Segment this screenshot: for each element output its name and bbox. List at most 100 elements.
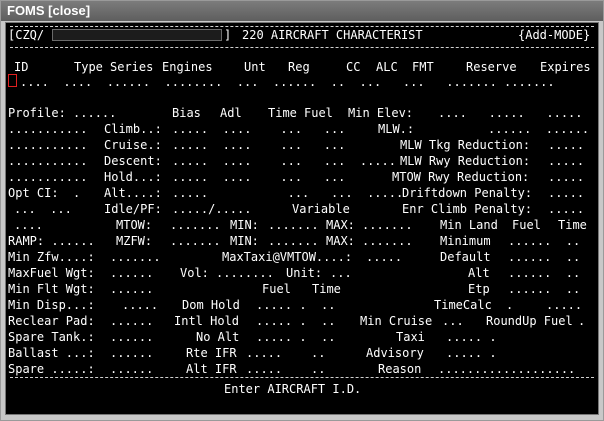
alt2-values[interactable]: ...... .. xyxy=(508,265,580,281)
driftdown-values[interactable]: ..... xyxy=(548,185,584,201)
mzfw-field[interactable]: ....... xyxy=(170,233,221,249)
maxfuel-row: MaxFuel Wgt: ...... Vol: ........ Unit: … xyxy=(6,265,598,281)
descent-values[interactable]: ..... .... ... ... ..... xyxy=(172,153,396,169)
window-titlebar[interactable]: FOMS [close] xyxy=(1,1,603,21)
timecalc-field[interactable]: . xyxy=(506,297,513,313)
redacted-station-field[interactable] xyxy=(52,29,222,41)
min-disp-field[interactable]: ..... xyxy=(122,297,158,313)
opt-ci-row: Opt CI: . Alt....: ..... ... ... ..... D… xyxy=(6,185,598,201)
mlw-values[interactable]: ...... ...... xyxy=(488,121,589,137)
mtow-field[interactable]: ....... xyxy=(170,217,221,233)
min-elev-values[interactable]: .... ..... ..... xyxy=(438,105,583,121)
spare-label: Spare .....: xyxy=(8,362,95,376)
fuel2-header: Fuel xyxy=(262,282,291,296)
min2-field[interactable]: ....... xyxy=(268,233,319,249)
min-land-header: Min Land xyxy=(440,218,498,232)
ballast-field[interactable]: ...... xyxy=(110,345,153,361)
max2-label: MAX: xyxy=(326,234,355,248)
vol-field[interactable]: ........ xyxy=(216,265,274,281)
default-values[interactable]: ...... .. xyxy=(508,249,580,265)
hold-values[interactable]: ..... .... ... ... xyxy=(172,169,345,185)
ramp-field[interactable]: RAMP: ...... xyxy=(8,233,95,249)
timecalc-field-2[interactable]: ..... xyxy=(546,297,582,313)
mlw-tkg-values[interactable]: ..... xyxy=(548,137,584,153)
no-alt-values[interactable]: ..... . .. xyxy=(256,329,335,345)
reclear-row: Reclear Pad: ...... Intl Hold ..... . ..… xyxy=(6,313,598,329)
minimum-values[interactable]: ...... .. xyxy=(508,233,580,249)
reclear-field[interactable]: ...... xyxy=(110,313,153,329)
idle-label: Idle/PF: xyxy=(104,202,162,216)
intl-hold-label: Intl Hold xyxy=(174,314,240,328)
col-series: Series xyxy=(110,60,154,74)
spare-field[interactable]: ...... xyxy=(110,361,153,377)
maxfuel-field[interactable]: ...... xyxy=(110,265,153,281)
etp-values[interactable]: ...... .. xyxy=(508,281,580,297)
opt-ci-field[interactable]: Opt CI: . xyxy=(8,185,80,201)
mtow-left-field[interactable]: .... xyxy=(14,217,43,233)
reason-label: Reason xyxy=(378,362,422,376)
timecalc-label: TimeCalc xyxy=(434,298,492,312)
alt2-label: Alt xyxy=(468,266,490,280)
idle-values[interactable]: ...../..... xyxy=(172,201,251,217)
reason-field[interactable]: ................... xyxy=(438,361,575,377)
rte-ifr-values[interactable]: ..... .. xyxy=(246,345,325,361)
advisory-label: Advisory xyxy=(366,346,424,360)
minimum-label: Minimum xyxy=(440,234,491,248)
etp-label: Etp xyxy=(468,282,490,296)
hold-row: ........... Hold...: ..... .... ... ... … xyxy=(6,169,598,185)
ballast-label: Ballast ...: xyxy=(8,346,95,360)
default-label: Default xyxy=(440,250,491,264)
col-engines: Engines xyxy=(162,60,213,74)
time-header: Time xyxy=(558,218,587,232)
time2-header: Time xyxy=(312,282,341,296)
min1-field[interactable]: ....... xyxy=(268,217,319,233)
profile-field[interactable]: Profile: ...... xyxy=(8,105,116,121)
maxtaxi-field[interactable]: ..... xyxy=(366,249,402,265)
min-flt-field[interactable]: ...... xyxy=(110,281,153,297)
window-title[interactable]: FOMS [close] xyxy=(7,3,90,18)
header-rule xyxy=(10,47,594,48)
taxi-values[interactable]: ..... . xyxy=(446,329,497,345)
alt-values[interactable]: ..... ... ... ..... xyxy=(172,185,403,201)
min-zfw-field[interactable]: ....... xyxy=(110,249,161,265)
spare-tank-field[interactable]: ...... xyxy=(110,329,153,345)
intl-hold-values[interactable]: ..... . .. xyxy=(256,313,335,329)
climb-left-field[interactable]: ........... xyxy=(8,121,87,137)
adl-label: Adl xyxy=(220,106,242,120)
roundup-field[interactable]: . xyxy=(578,313,585,329)
col-id: ID xyxy=(14,60,29,74)
col-unt: Unt xyxy=(244,60,266,74)
footer-rule xyxy=(10,377,594,378)
taxi-label: Taxi xyxy=(396,330,425,344)
climb-values[interactable]: ..... .... ... ... xyxy=(172,121,345,137)
min-elev-label: Min Elev: xyxy=(348,106,414,120)
dom-hold-values[interactable]: ..... . .. xyxy=(256,297,335,313)
cruise-label: Cruise.: xyxy=(104,138,162,152)
aircraft-input-dots[interactable]: .... .... ...... ........ ... ...... .. … xyxy=(20,74,555,90)
reclear-label: Reclear Pad: xyxy=(8,314,95,328)
enr-climb-values[interactable]: ..... xyxy=(548,201,584,217)
cruise-left-field[interactable]: ........... xyxy=(8,137,87,153)
profile-row: Profile: ...... Bias Adl Time Fuel Min E… xyxy=(6,105,598,121)
time-label: Time xyxy=(268,106,297,120)
min-cruise-field[interactable]: ... xyxy=(442,313,464,329)
screen-title: 220 AIRCRAFT CHARACTERIST xyxy=(242,28,423,42)
prompt-line: Enter AIRCRAFT I.D. xyxy=(6,381,598,397)
mtow-rwy-values[interactable]: ..... xyxy=(548,169,584,185)
max2-field[interactable]: ....... xyxy=(362,233,413,249)
cruise-values[interactable]: ..... .... ... ... xyxy=(172,137,345,153)
mtow-rwy-label: MTOW Rwy Reduction: xyxy=(392,170,530,184)
enr-climb-label: Enr Climb Penalty: xyxy=(402,202,533,216)
max1-field[interactable]: ....... xyxy=(362,217,413,233)
unit-field[interactable]: ... xyxy=(330,265,352,281)
terminal-screen[interactable]: [CZQ/ ] 220 AIRCRAFT CHARACTERIST {Add-M… xyxy=(5,22,599,415)
aircraft-input-row[interactable]: .... .... ...... ........ ... ...... .. … xyxy=(6,74,598,90)
descent-left-field[interactable]: ........... xyxy=(8,153,87,169)
alt-ifr-values[interactable]: ..... .. xyxy=(246,361,325,377)
idle-left-field[interactable]: ... ... xyxy=(14,201,72,217)
mlw-rwy-label: MLW Rwy Reduction: xyxy=(400,154,531,168)
mlw-rwy-values[interactable]: ..... xyxy=(548,153,584,169)
advisory-values[interactable]: ..... . xyxy=(446,345,497,361)
maxfuel-label: MaxFuel Wgt: xyxy=(8,266,95,280)
hold-left-field[interactable]: ........... xyxy=(8,169,87,185)
